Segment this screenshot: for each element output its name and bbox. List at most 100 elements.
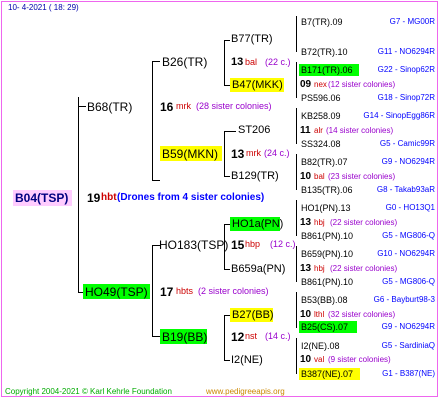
g2-abbr: hbp (245, 239, 261, 249)
g3-note: (32 sister colonies) (328, 310, 396, 319)
g3-abbr: val (314, 355, 325, 364)
tree-line (296, 246, 297, 282)
g3-name[interactable]: B27(BB) (232, 310, 274, 321)
tree-line (152, 336, 160, 337)
root-number: 19 (87, 191, 101, 205)
g3-name[interactable]: B77(TR) (231, 34, 273, 45)
g1-name[interactable]: HO49(TSP) (85, 286, 148, 298)
g3-name[interactable]: B129(TR) (231, 171, 279, 182)
g2-number: 12 (231, 330, 245, 344)
g4-name[interactable]: B135(TR).06 (301, 186, 353, 195)
g4-info: G1 - B387(NE) (382, 369, 435, 378)
g4-info: G11 - NO6294R (377, 47, 435, 56)
g4-name[interactable]: B861(PN).10 (301, 278, 353, 287)
g4-info: G18 - Sinop72R (377, 93, 435, 102)
tree-line (296, 200, 297, 236)
g4-name[interactable]: B72(TR).10 (301, 48, 348, 57)
tree-line (296, 292, 297, 328)
g4-name[interactable]: B387(NE).07 (301, 370, 353, 379)
tree-line (224, 315, 225, 361)
g3-abbr: lthl (314, 310, 325, 319)
footer-website[interactable]: www.pedigreeapis.org (206, 387, 285, 396)
tree-line (224, 131, 236, 132)
g4-info: G9 - NO6294R (381, 157, 435, 166)
header-date: 10- 4-2021 ( 18: 29) (8, 3, 79, 12)
tree-line (224, 40, 230, 41)
tree-line (296, 154, 297, 190)
g3-note: (9 sister colonies) (328, 355, 391, 364)
g4-info: G0 - HO13Q1 (385, 203, 435, 212)
g4-info: G5 - MG806-Q (382, 231, 435, 240)
g4-info: G5 - Camic99R (379, 139, 435, 148)
g4-info: G5 - SardiniaQ (381, 341, 435, 350)
g4-info: G14 - SinopEgg86R (363, 111, 435, 120)
g3-abbr: bal (245, 57, 258, 67)
g4-name[interactable]: PS596.06 (301, 94, 341, 103)
g3-abbr: hbj (314, 218, 325, 227)
tree-line (152, 245, 153, 337)
g4-name[interactable]: I2(NE).08 (301, 342, 340, 351)
g4-info: G6 - Bayburt98-3 (373, 295, 435, 304)
g4-name[interactable]: B53(BB).08 (301, 296, 348, 305)
g2-abbr: mrk (246, 148, 261, 158)
tree-line (224, 131, 225, 177)
g3-name[interactable]: ST206 (238, 125, 270, 136)
g3-number: 13 (300, 263, 312, 274)
tree-line (78, 106, 86, 107)
g2-note: (12 c.) (270, 239, 296, 249)
g3-abbr: nex (314, 80, 327, 89)
g3-number: 09 (300, 79, 312, 90)
tree-line (224, 360, 230, 361)
g4-name[interactable]: KB258.09 (301, 112, 341, 121)
tree-line (224, 269, 230, 270)
tree-line (296, 16, 297, 52)
root-abbr: hbt (101, 192, 117, 203)
tree-line (78, 97, 79, 293)
g4-name[interactable]: SS324.08 (301, 140, 341, 149)
g1-abbr: hbts (176, 286, 194, 296)
tree-line (296, 62, 297, 98)
g3-number: 10 (300, 171, 312, 182)
g2-name[interactable]: B19(BB) (162, 331, 207, 343)
g2-number: 15 (231, 238, 245, 252)
g3-name[interactable]: B659a(PN) (231, 264, 285, 275)
g4-info: G7 - MG00R (389, 17, 435, 26)
tree-line (152, 61, 160, 62)
g3-note: (14 sister colonies) (326, 126, 394, 135)
g3-note: (22 sister colonies) (330, 264, 398, 273)
g3-name[interactable]: I2(NE) (231, 355, 263, 366)
g4-info: G5 - MG806-Q (382, 277, 435, 286)
g3-number: 13 (300, 217, 312, 228)
tree-line (296, 108, 297, 144)
g3-number: 11 (300, 125, 311, 136)
g3-note: (22 c.) (265, 57, 291, 67)
g4-name[interactable]: B82(TR).07 (301, 158, 348, 167)
tree-line (152, 180, 160, 181)
tree-line (152, 61, 153, 181)
g1-note: (2 sister colonies) (198, 286, 269, 296)
g4-name[interactable]: B7(TR).09 (301, 18, 343, 27)
g1-name[interactable]: B68(TR) (87, 101, 132, 113)
g2-abbr: nst (245, 331, 258, 341)
g4-name[interactable]: B25(CS).07 (301, 323, 348, 332)
root-name[interactable]: B04(TSP) (15, 192, 68, 204)
g4-name[interactable]: B171(TR).06 (301, 66, 353, 75)
g4-name[interactable]: B659(PN).10 (301, 250, 353, 259)
g2-name[interactable]: B59(MKN) (162, 148, 218, 160)
g1-note: (28 sister colonies) (196, 101, 272, 111)
g4-info: G9 - NO6294R (381, 322, 435, 331)
g3-abbr: alr (314, 126, 323, 135)
g1-abbr: mrk (176, 101, 191, 111)
g2-name[interactable]: HO183(TSP) (159, 239, 228, 251)
g3-abbr: hbj (314, 264, 325, 273)
g3-name[interactable]: HO1a(PN) (232, 219, 283, 230)
g1-number: 17 (160, 285, 174, 299)
g3-number: 10 (300, 309, 312, 320)
g3-name[interactable]: B47(MKK) (232, 80, 283, 91)
g4-name[interactable]: HO1(PN).13 (301, 204, 351, 213)
g2-name[interactable]: B26(TR) (162, 56, 207, 68)
root-note: (Drones from 4 sister colonies) (117, 192, 265, 203)
g2-note: (14 c.) (265, 331, 291, 341)
g4-name[interactable]: B861(PN).10 (301, 232, 353, 241)
g3-number: 13 (231, 56, 244, 68)
